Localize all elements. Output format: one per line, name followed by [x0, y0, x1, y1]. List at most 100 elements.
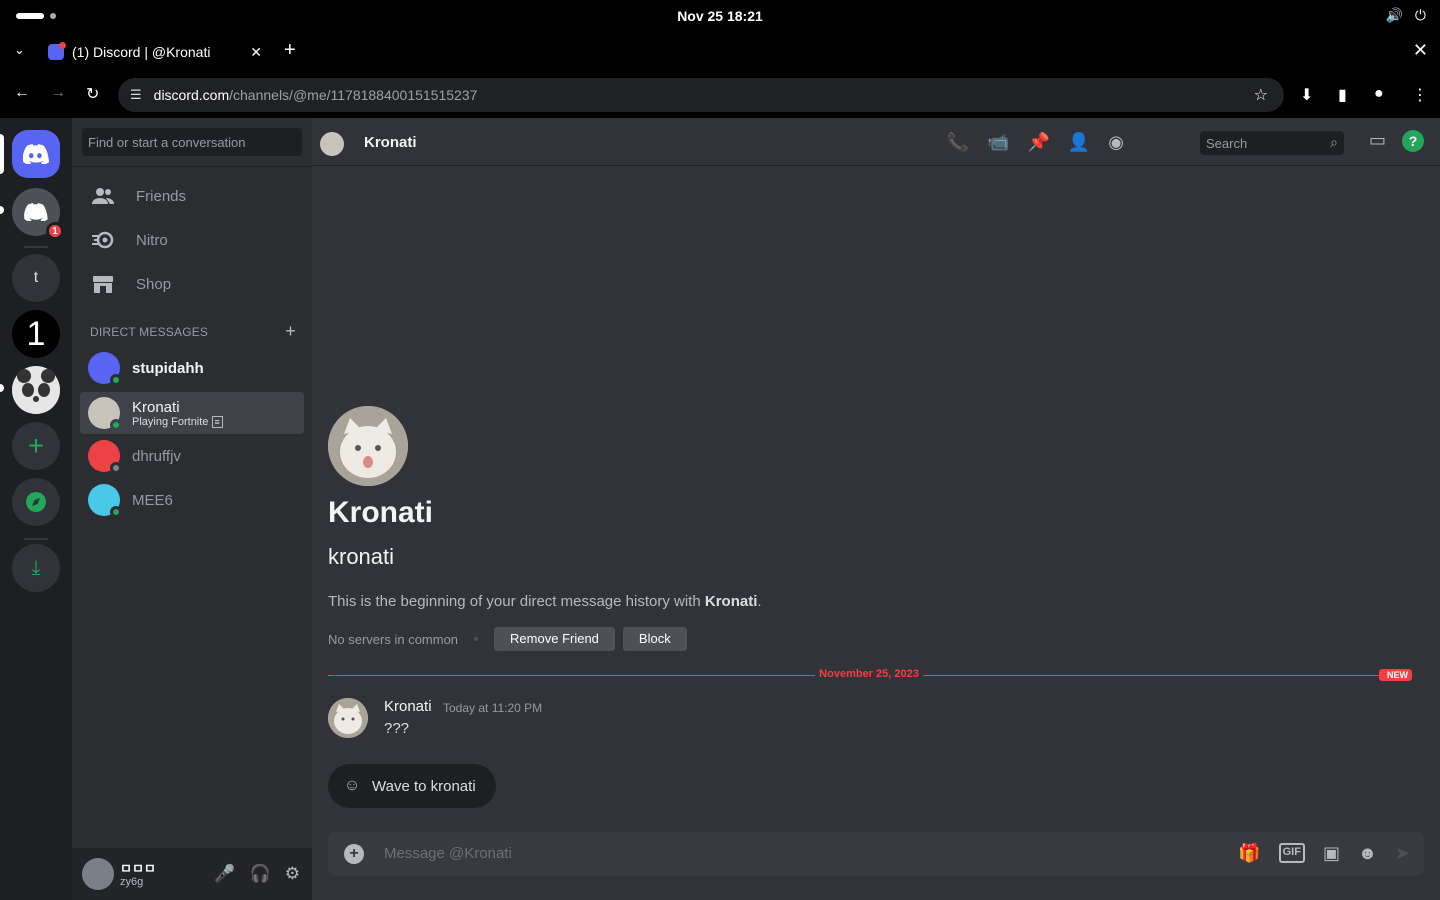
forward-icon[interactable]: → — [50, 84, 66, 102]
server-t[interactable]: t — [12, 254, 60, 302]
user-display-name[interactable]: ㅁㅁㅁ — [120, 858, 156, 877]
side-panel-icon[interactable]: ▮ — [1338, 85, 1347, 105]
nav-friends-label: Friends — [136, 187, 187, 205]
avatar — [88, 352, 122, 386]
header-avatar — [320, 132, 344, 156]
dm-name: Kronati — [132, 398, 180, 416]
profile-avatar[interactable] — [328, 406, 408, 486]
site-info-icon[interactable]: ☰ — [130, 87, 142, 103]
browser-toolbar: ← → ↻ ☰ discord.com/channels/@me/1178188… — [0, 72, 1440, 118]
nav-shop[interactable]: Shop — [80, 263, 304, 305]
find-conversation-input[interactable]: Find or start a conversation — [82, 128, 302, 156]
message-input[interactable]: Message @Kronati — [384, 845, 512, 862]
create-dm-plus-icon[interactable]: + — [285, 321, 296, 342]
remove-friend-button[interactable]: Remove Friend — [494, 627, 615, 651]
rail-separator — [24, 538, 48, 540]
notification-badge: 1 — [46, 222, 64, 240]
bookmark-star-icon[interactable]: ☆ — [1254, 85, 1268, 105]
discord-logo-icon — [24, 203, 48, 221]
reload-icon[interactable]: ↻ — [86, 84, 99, 104]
rail-separator — [24, 246, 48, 248]
search-input[interactable]: Search ⌕ — [1200, 131, 1344, 155]
user-avatar[interactable] — [82, 858, 114, 890]
browser-tab-bar: ⌄ (1) Discord | @Kronati ✕ + ✕ — [0, 32, 1440, 72]
online-status-icon — [110, 374, 122, 386]
online-status-icon — [110, 506, 122, 518]
server-rail: 1 t 1 + ⤓ — [0, 118, 72, 900]
dm-item-mee6[interactable]: MEE6 — [80, 479, 304, 521]
message-composer[interactable]: + Message @Kronati 🎁 GIF ▣ ☻ ➤ — [328, 832, 1424, 876]
gift-icon[interactable]: 🎁 — [1238, 843, 1260, 864]
search-icon: ⌕ — [1330, 134, 1338, 150]
user-username: zy6g — [120, 876, 144, 888]
gif-icon[interactable]: GIF — [1278, 843, 1305, 863]
dm-item-dhruffjv[interactable]: dhruffjv — [80, 435, 304, 477]
wave-button[interactable]: ☺ Wave to kronati — [328, 764, 496, 808]
dm-item-kronati[interactable]: Kronati Playing Fortnite ≡ — [80, 392, 304, 434]
video-call-icon[interactable]: 📹 — [987, 132, 1009, 153]
dm-name: stupidahh — [132, 359, 204, 377]
unread-indicator — [0, 206, 4, 214]
back-icon[interactable]: ← — [14, 84, 30, 102]
server-discord-dm-avatar[interactable]: 1 — [12, 188, 64, 240]
message-avatar[interactable] — [328, 698, 368, 738]
emoji-icon[interactable]: ☻ — [1358, 843, 1377, 864]
tab-close-icon[interactable]: ✕ — [250, 44, 262, 61]
help-icon[interactable]: ? — [1402, 130, 1424, 152]
dm-name: dhruffjv — [132, 447, 181, 465]
download-icon[interactable]: ⬇ — [1300, 85, 1313, 105]
send-icon[interactable]: ➤ — [1395, 843, 1410, 864]
shop-icon — [92, 274, 124, 294]
inbox-icon[interactable]: ▭ — [1369, 130, 1386, 152]
discord-app: 1 t 1 + ⤓ Find or start a conversation F… — [0, 118, 1440, 900]
dm-activity: Playing Fortnite ≡ — [132, 415, 223, 428]
system-clock[interactable]: Nov 25 18:21 — [0, 8, 1440, 24]
friends-icon — [92, 187, 124, 205]
intro-display-name: Kronati — [328, 496, 433, 529]
avatar — [88, 484, 122, 518]
discord-favicon-icon — [48, 42, 66, 60]
nav-friends[interactable]: Friends — [80, 175, 304, 217]
address-bar[interactable]: ☰ discord.com/channels/@me/1178188400151… — [118, 78, 1284, 112]
explore-servers-button[interactable] — [12, 478, 60, 526]
direct-messages-home-button[interactable] — [12, 130, 60, 178]
new-tab-button[interactable]: + — [284, 39, 296, 62]
os-top-bar: Nov 25 18:21 🔊 ⏻ — [0, 0, 1440, 32]
download-apps-button[interactable]: ⤓ — [12, 544, 60, 592]
mute-microphone-icon[interactable]: 🎤 — [214, 864, 235, 884]
user-profile-icon[interactable]: ◉ — [1108, 132, 1124, 153]
url-host: discord.com — [153, 87, 230, 103]
add-friends-to-dm-icon[interactable]: 👤 — [1068, 132, 1090, 153]
message-author[interactable]: Kronati — [384, 698, 432, 715]
dm-sidebar: Find or start a conversation Friends Nit… — [72, 118, 312, 900]
headphones-icon[interactable]: 🎧 — [250, 864, 271, 884]
nav-nitro[interactable]: Nitro — [80, 219, 304, 261]
server-1[interactable]: 1 — [12, 310, 60, 358]
dm-name: MEE6 — [132, 491, 173, 509]
wave-icon: ☺ — [343, 777, 361, 794]
online-status-icon — [110, 419, 122, 431]
browser-tab-discord[interactable]: (1) Discord | @Kronati ✕ — [40, 36, 270, 68]
settings-gear-icon[interactable]: ⚙ — [285, 864, 300, 884]
upload-plus-icon[interactable]: + — [344, 844, 364, 864]
tab-title: (1) Discord | @Kronati — [72, 44, 211, 60]
window-close-button[interactable]: ✕ — [1413, 40, 1428, 61]
nav-shop-label: Shop — [136, 275, 172, 293]
tab-list-chevron-icon[interactable]: ⌄ — [14, 42, 25, 58]
chat-header-name[interactable]: Kronati — [364, 134, 417, 151]
pinned-messages-icon[interactable]: 📌 — [1027, 132, 1049, 153]
sticker-icon[interactable]: ▣ — [1323, 843, 1340, 864]
server-panda-avatar[interactable] — [12, 366, 60, 414]
power-icon[interactable]: ⏻ — [1415, 7, 1426, 24]
voice-call-icon[interactable]: 📞 — [947, 132, 969, 153]
intro-username: kronati — [328, 544, 395, 569]
browser-menu-icon[interactable]: ⋮ — [1412, 85, 1428, 105]
cat-avatar-icon — [328, 406, 408, 486]
profile-icon[interactable]: ● — [1374, 85, 1384, 103]
add-server-button[interactable]: + — [12, 422, 60, 470]
volume-icon[interactable]: 🔊 — [1385, 7, 1402, 24]
cat-avatar-icon — [328, 698, 368, 738]
discord-logo-icon — [23, 144, 49, 164]
block-button[interactable]: Block — [622, 627, 687, 651]
dm-item-stupidahh[interactable]: stupidahh — [80, 347, 304, 389]
